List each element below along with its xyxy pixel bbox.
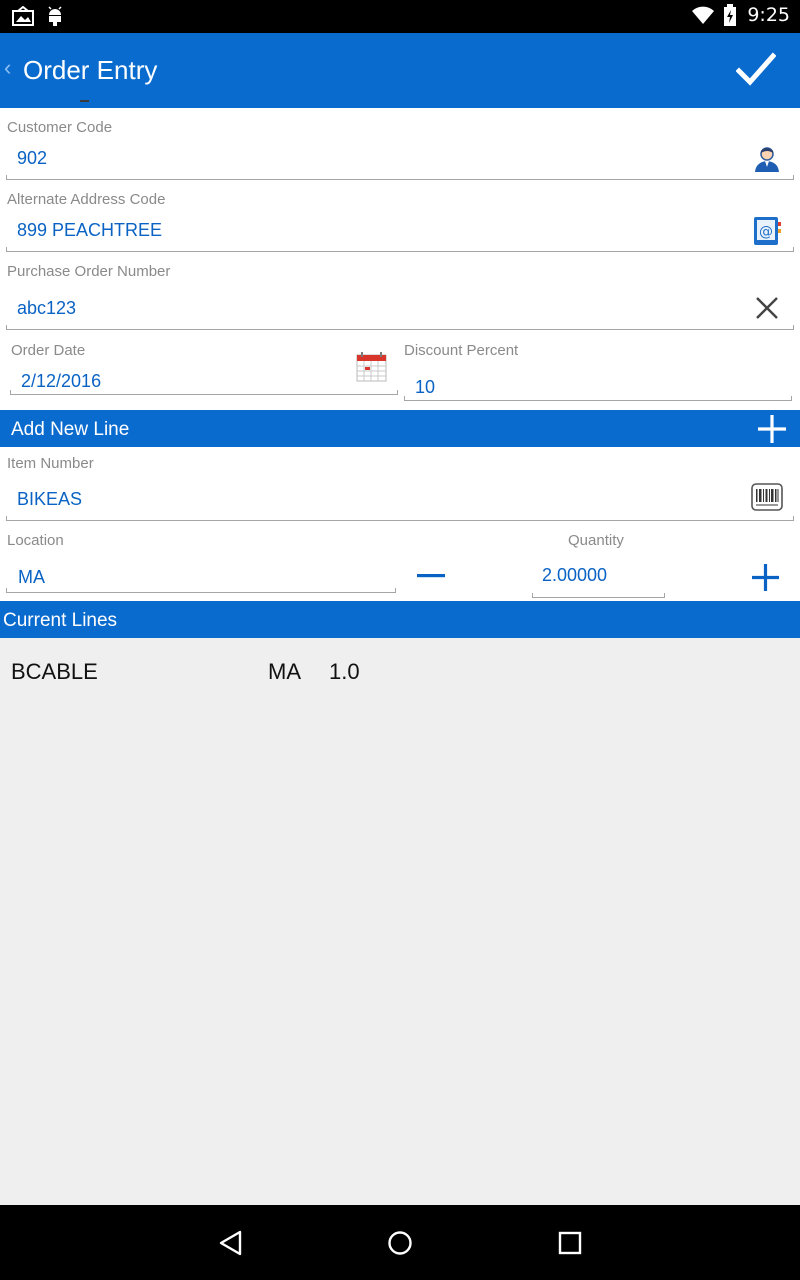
line-item-number: BCABLE xyxy=(11,659,98,684)
back-nav-icon[interactable] xyxy=(218,1230,244,1256)
quantity-underline xyxy=(532,593,665,598)
discount-underline xyxy=(404,396,792,401)
line-location: MA xyxy=(268,659,301,684)
order-date-value[interactable]: 2/12/2016 xyxy=(21,371,101,392)
alternate-address-value[interactable]: 899 PEACHTREE xyxy=(17,220,162,241)
customer-code-value[interactable]: 902 xyxy=(17,148,47,169)
customer-code-underline xyxy=(6,175,794,180)
recents-nav-icon[interactable] xyxy=(558,1231,582,1255)
clear-icon[interactable] xyxy=(755,296,779,320)
page-title: Order Entry xyxy=(23,55,158,85)
add-new-line-label: Add New Line xyxy=(11,419,130,440)
line-quantity: 1.0 xyxy=(329,659,360,684)
increase-quantity-icon[interactable] xyxy=(751,563,780,592)
notification-image-icon xyxy=(12,6,34,26)
status-bar: 9:25 xyxy=(0,0,800,33)
add-new-line-header: Add New Line xyxy=(0,410,800,447)
item-number-underline xyxy=(6,516,794,521)
order-date-underline xyxy=(10,390,398,395)
calendar-icon[interactable] xyxy=(356,352,387,382)
discount-label: Discount Percent xyxy=(404,342,519,359)
add-line-form: Item Number BIKEAS Location MA Quantity … xyxy=(0,447,800,601)
battery-icon xyxy=(724,4,737,26)
divider xyxy=(80,100,89,102)
order-date-label: Order Date xyxy=(11,342,86,359)
po-number-value[interactable]: abc123 xyxy=(17,298,76,319)
order-header-form: Customer Code 902 Alternate Address Code… xyxy=(0,108,800,410)
customer-code-label: Customer Code xyxy=(7,119,113,136)
android-icon xyxy=(48,6,62,26)
quantity-label: Quantity xyxy=(568,532,624,549)
location-value[interactable]: MA xyxy=(18,567,45,588)
po-number-underline xyxy=(6,325,794,330)
item-number-value[interactable]: BIKEAS xyxy=(17,489,82,510)
app-bar: ‹ Order Entry xyxy=(0,33,800,108)
location-label: Location xyxy=(7,532,64,549)
alternate-address-underline xyxy=(6,247,794,252)
discount-value[interactable]: 10 xyxy=(415,377,435,398)
svg-text:@: @ xyxy=(759,224,773,240)
customer-lookup-icon[interactable] xyxy=(753,145,781,173)
item-number-label: Item Number xyxy=(7,455,94,472)
wifi-icon xyxy=(692,6,715,24)
quantity-value[interactable]: 2.00000 xyxy=(542,565,607,586)
current-lines-label: Current Lines xyxy=(3,610,118,631)
barcode-icon[interactable] xyxy=(751,483,783,511)
alternate-address-label: Alternate Address Code xyxy=(7,191,166,208)
home-nav-icon[interactable] xyxy=(387,1230,413,1256)
check-icon[interactable] xyxy=(736,51,776,89)
current-lines-header: Current Lines xyxy=(0,601,800,638)
decrease-quantity-icon[interactable] xyxy=(417,574,445,578)
current-lines-list: BCABLE MA 1.0 xyxy=(0,638,800,1205)
po-number-label: Purchase Order Number xyxy=(7,263,171,280)
location-underline xyxy=(6,588,396,593)
status-time: 9:25 xyxy=(747,4,790,26)
chevron-left-icon[interactable]: ‹ xyxy=(4,57,11,79)
address-book-icon[interactable]: @ xyxy=(753,216,781,246)
add-line-plus-icon[interactable] xyxy=(756,413,788,445)
navigation-bar xyxy=(0,1205,800,1280)
